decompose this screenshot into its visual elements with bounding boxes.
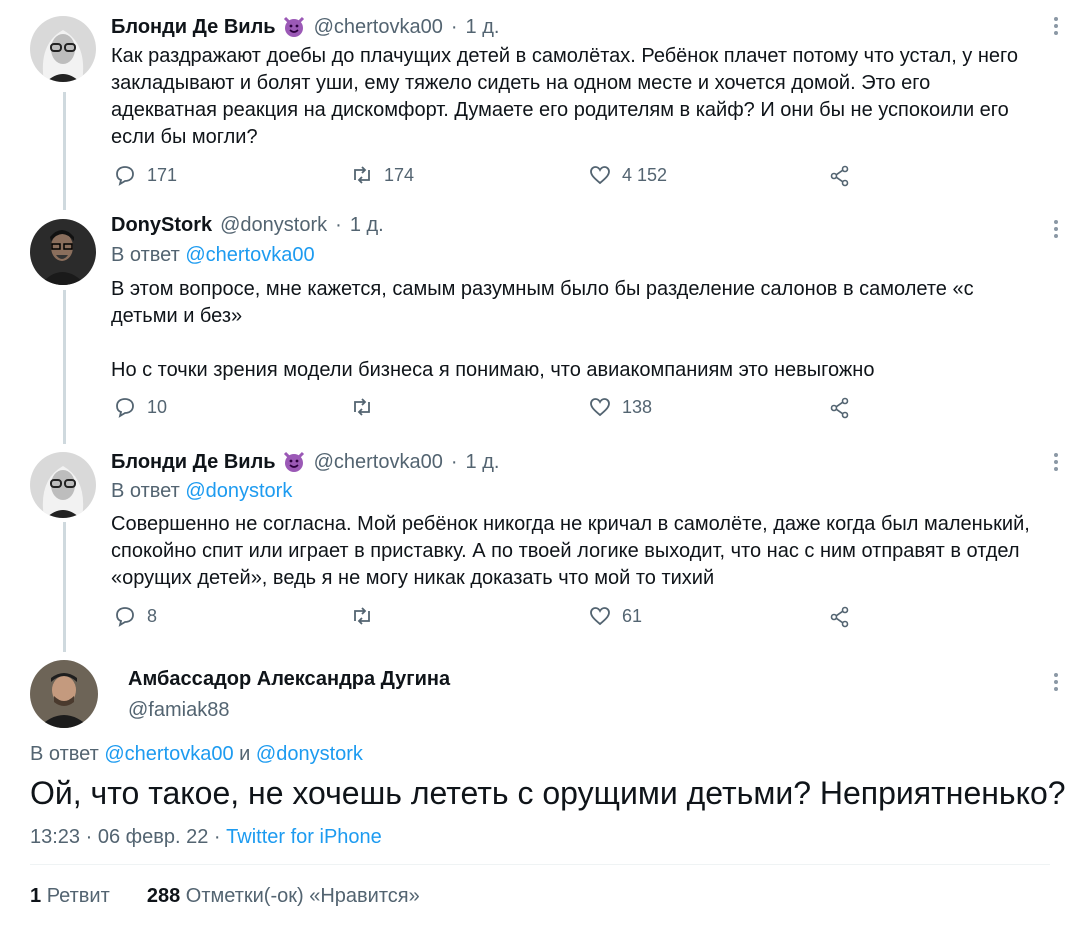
reply-prefix: В ответ [111, 480, 180, 502]
tweet-header: Блонди Де Виль @chertovka00 · 1 д. [111, 15, 499, 39]
tweet-stats: 1 Ретвит 288 Отметки(-ок) «Нравится» [30, 885, 420, 908]
author-name[interactable]: DonyStork [111, 214, 212, 237]
retweet-count: 174 [384, 164, 415, 185]
like-button[interactable]: 4 152 [588, 163, 667, 187]
main-tweet-text: Ой, что такое, не хочешь лететь с орущим… [30, 775, 1066, 811]
share-icon [830, 165, 849, 187]
reply-context: В ответ @chertovka00 и @donystork [30, 743, 363, 766]
timestamp[interactable]: 1 д. [466, 451, 500, 474]
tweet-text: В этом вопросе, мне кажется, самым разум… [111, 278, 974, 381]
like-count: 138 [622, 396, 653, 417]
like-icon [590, 398, 610, 417]
reply-context: В ответ @chertovka00 [111, 244, 315, 267]
mention-link[interactable]: @chertovka00 [104, 743, 233, 765]
share-button[interactable] [828, 164, 862, 188]
thread-line [63, 290, 66, 444]
reply-button[interactable]: 8 [113, 604, 157, 628]
dot-separator: · [335, 214, 342, 236]
likes-stat[interactable]: 288 Отметки(-ок) «Нравится» [147, 885, 420, 907]
author-handle[interactable]: @donystork [220, 214, 327, 237]
divider [30, 864, 1050, 865]
author-name[interactable]: Блонди Де Виль [111, 451, 276, 474]
mention-link[interactable]: @chertovka00 [185, 244, 314, 266]
more-icon[interactable] [1054, 17, 1058, 38]
tweet-text: Как раздражают доебы до плачущих детей в… [111, 45, 1019, 148]
retweet-button[interactable] [350, 604, 384, 628]
avatar[interactable] [30, 660, 98, 728]
author-handle[interactable]: @chertovka00 [314, 16, 443, 39]
dot-separator: · [85, 826, 93, 848]
like-icon [590, 607, 610, 626]
dot-separator: · [213, 826, 221, 848]
dot-separator: · [450, 15, 458, 38]
timestamp[interactable]: 1 д. [350, 214, 384, 237]
reply-icon [116, 398, 134, 418]
tweet-meta: 13:23 · 06 февр. 22 · Twitter for iPhone [30, 826, 382, 849]
retweet-icon [354, 166, 370, 184]
author-handle[interactable]: @chertovka00 [314, 451, 443, 474]
reply-context: В ответ @donystork [111, 480, 292, 503]
more-icon[interactable] [1054, 453, 1058, 474]
like-button[interactable]: 138 [588, 395, 652, 419]
thread-line [63, 522, 66, 652]
reply-count: 171 [147, 164, 178, 185]
tweet-time[interactable]: 13:23 [30, 826, 80, 848]
share-button[interactable] [828, 605, 862, 629]
avatar[interactable] [30, 219, 96, 285]
like-button[interactable]: 61 [588, 604, 642, 628]
author-name[interactable]: Блонди Де Виль [111, 16, 276, 39]
like-count: 4 152 [622, 164, 668, 185]
timestamp[interactable]: 1 д. [466, 16, 500, 39]
author-name[interactable]: Амбассадор Александра Дугина [128, 668, 450, 691]
more-icon[interactable] [1054, 220, 1058, 241]
reply-icon [116, 607, 134, 627]
tweet-source[interactable]: Twitter for iPhone [226, 826, 382, 848]
retweet-icon [354, 398, 370, 416]
reply-count: 8 [147, 605, 158, 626]
author-handle[interactable]: @famiak88 [128, 699, 229, 722]
reply-button[interactable]: 171 [113, 163, 177, 187]
retweet-button[interactable]: 174 [350, 163, 414, 187]
share-button[interactable] [828, 396, 862, 420]
devil-emoji-icon [283, 451, 304, 472]
tweet-date[interactable]: 06 февр. 22 [98, 826, 209, 848]
retweets-stat[interactable]: 1 Ретвит [30, 885, 110, 907]
share-icon [830, 397, 849, 419]
reply-prefix: В ответ [111, 244, 180, 266]
mention-link[interactable]: @donystork [185, 480, 292, 502]
avatar[interactable] [30, 16, 96, 82]
devil-emoji-icon [283, 16, 304, 37]
reply-and: и [239, 743, 251, 765]
dot-separator: · [450, 450, 458, 473]
reply-prefix: В ответ [30, 743, 99, 765]
retweet-button[interactable] [350, 395, 384, 419]
reply-icon [116, 166, 134, 186]
mention-link[interactable]: @donystork [256, 743, 363, 765]
tweet-text: Совершенно не согласна. Мой ребёнок нико… [111, 513, 1030, 589]
tweet-header: DonyStork @donystork · 1 д. [111, 214, 384, 237]
reply-button[interactable]: 10 [113, 395, 167, 419]
retweet-icon [354, 607, 370, 625]
share-icon [830, 606, 849, 628]
tweet-header: Блонди Де Виль @chertovka00 · 1 д. [111, 450, 499, 474]
like-icon [590, 166, 610, 185]
thread-line [63, 92, 66, 210]
reply-count: 10 [147, 396, 168, 417]
more-icon[interactable] [1054, 673, 1058, 694]
like-count: 61 [622, 605, 643, 626]
avatar[interactable] [30, 452, 96, 518]
